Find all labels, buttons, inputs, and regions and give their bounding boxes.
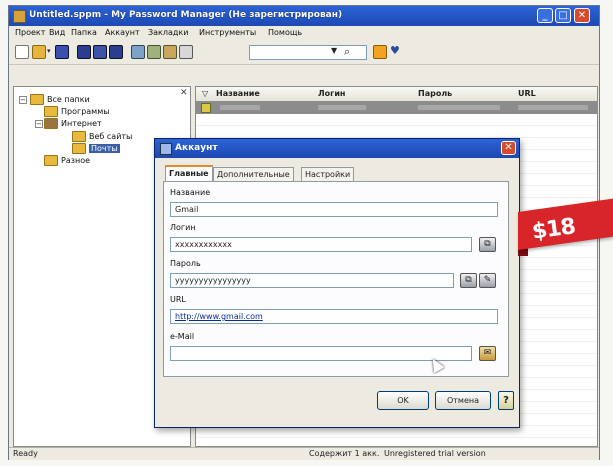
menu-project[interactable]: Проект: [15, 28, 45, 37]
folder-icon: [44, 155, 58, 166]
cancel-button[interactable]: Отмена: [435, 391, 491, 410]
window-title: Untitled.sppm - My Password Manager (Не …: [29, 10, 343, 20]
entry-login-blurred: [318, 105, 366, 110]
tab-main[interactable]: Главные: [165, 165, 213, 182]
email-field[interactable]: [170, 346, 472, 361]
email-label: e-Mail: [170, 332, 195, 341]
lock-icon[interactable]: [373, 45, 387, 59]
status-count: Содержит 1 акк.: [309, 449, 380, 458]
folder-icon: [44, 106, 58, 117]
tree-item-internet[interactable]: Интернет: [44, 118, 102, 129]
password-field[interactable]: yyyyyyyyyyyyyyyy: [170, 273, 454, 288]
entry-password-blurred: [418, 105, 500, 110]
column-url[interactable]: URL: [518, 89, 536, 98]
table-row[interactable]: [196, 101, 597, 114]
password-label: Пароль: [170, 259, 201, 268]
collapse-icon[interactable]: −: [19, 96, 27, 104]
copy-icon[interactable]: ⧉: [479, 237, 496, 252]
email-icon[interactable]: ✉: [479, 346, 496, 361]
login-label: Логин: [170, 223, 196, 232]
status-version: Unregistered trial version: [384, 449, 486, 458]
folder-icon: [44, 118, 58, 129]
menu-account[interactable]: Аккаунт: [105, 28, 140, 37]
collapse-icon[interactable]: −: [35, 120, 43, 128]
folder-open-icon: [72, 143, 86, 154]
tool-icon[interactable]: [131, 45, 145, 59]
tab-settings[interactable]: Настройки: [301, 167, 355, 181]
menu-view[interactable]: Вид: [49, 28, 65, 37]
folder-icon: [30, 94, 44, 105]
tree-item-all-folders[interactable]: Все папки: [30, 94, 90, 105]
folder-icon: [72, 131, 86, 142]
dialog-close-button[interactable]: ✕: [501, 141, 516, 155]
status-bar: Ready Содержит 1 акк. Unregistered trial…: [9, 447, 599, 460]
tool-icon[interactable]: [147, 45, 161, 59]
menu-bar: Проект Вид Папка Аккаунт Закладки Инстру…: [9, 27, 599, 41]
heart-icon[interactable]: ♥: [390, 44, 400, 57]
tree-item-mail[interactable]: Почты: [72, 143, 120, 154]
name-field[interactable]: Gmail: [170, 202, 498, 217]
toolbar: ▾ ▼ ⌕ ♥: [9, 42, 599, 65]
maximize-button[interactable]: □: [555, 8, 571, 23]
url-field[interactable]: http://www.gmail.com: [170, 309, 498, 324]
dialog-title: Аккаунт: [175, 143, 218, 153]
tree-item-websites[interactable]: Веб сайты: [72, 131, 132, 142]
close-button[interactable]: ✕: [574, 8, 590, 23]
menu-bookmarks[interactable]: Закладки: [148, 28, 188, 37]
column-name[interactable]: Название: [216, 89, 260, 98]
app-icon: [13, 10, 26, 23]
minimize-button[interactable]: _: [537, 8, 553, 23]
chevron-down-icon[interactable]: ▼: [331, 46, 337, 55]
chevron-down-icon[interactable]: ▾: [47, 47, 51, 55]
blue-tool-icon[interactable]: [93, 45, 107, 59]
entry-icon: [201, 103, 211, 113]
save-icon[interactable]: [55, 45, 69, 59]
status-ready: Ready: [13, 449, 38, 458]
menu-help[interactable]: Помощь: [268, 28, 302, 37]
url-label: URL: [170, 295, 186, 304]
tree-item-programs[interactable]: Программы: [44, 106, 110, 117]
list-header: ▽ Название Логин Пароль URL: [196, 87, 597, 102]
blue-tool-icon[interactable]: [109, 45, 123, 59]
blue-tool-icon[interactable]: [77, 45, 91, 59]
column-password[interactable]: Пароль: [418, 89, 452, 98]
price-tag: $18: [518, 198, 613, 256]
help-button[interactable]: ?: [498, 391, 514, 410]
generate-password-icon[interactable]: ✎: [479, 273, 496, 288]
tool-icon[interactable]: [163, 45, 177, 59]
tab-additional[interactable]: Дополнительные: [213, 167, 294, 181]
sort-icon[interactable]: ▽: [202, 89, 208, 98]
tree-item-misc[interactable]: Разное: [44, 155, 90, 166]
login-field[interactable]: xxxxxxxxxxxx: [170, 237, 472, 252]
menu-tools[interactable]: Инструменты: [199, 28, 256, 37]
dialog-icon: [160, 143, 172, 155]
column-login[interactable]: Логин: [318, 89, 345, 98]
close-icon[interactable]: ✕: [180, 88, 188, 98]
tool-icon[interactable]: [179, 45, 193, 59]
entry-url-blurred: [518, 105, 588, 110]
title-bar[interactable]: Untitled.sppm - My Password Manager (Не …: [9, 6, 599, 26]
open-icon[interactable]: [32, 45, 46, 59]
copy-password-icon[interactable]: ⧉: [460, 273, 477, 288]
new-icon[interactable]: [15, 45, 29, 59]
ok-button[interactable]: OK: [377, 391, 429, 410]
entry-name-blurred: [220, 105, 260, 110]
name-label: Название: [170, 188, 211, 197]
magnifier-icon[interactable]: ⌕: [344, 45, 350, 59]
menu-folder[interactable]: Папка: [71, 28, 97, 37]
account-dialog: Аккаунт ✕ Главные Дополнительные Настрой…: [154, 138, 520, 428]
dialog-title-bar[interactable]: Аккаунт ✕: [155, 139, 519, 158]
tab-panel-main: Название Gmail Логин xxxxxxxxxxxx ⧉ Паро…: [163, 181, 509, 377]
